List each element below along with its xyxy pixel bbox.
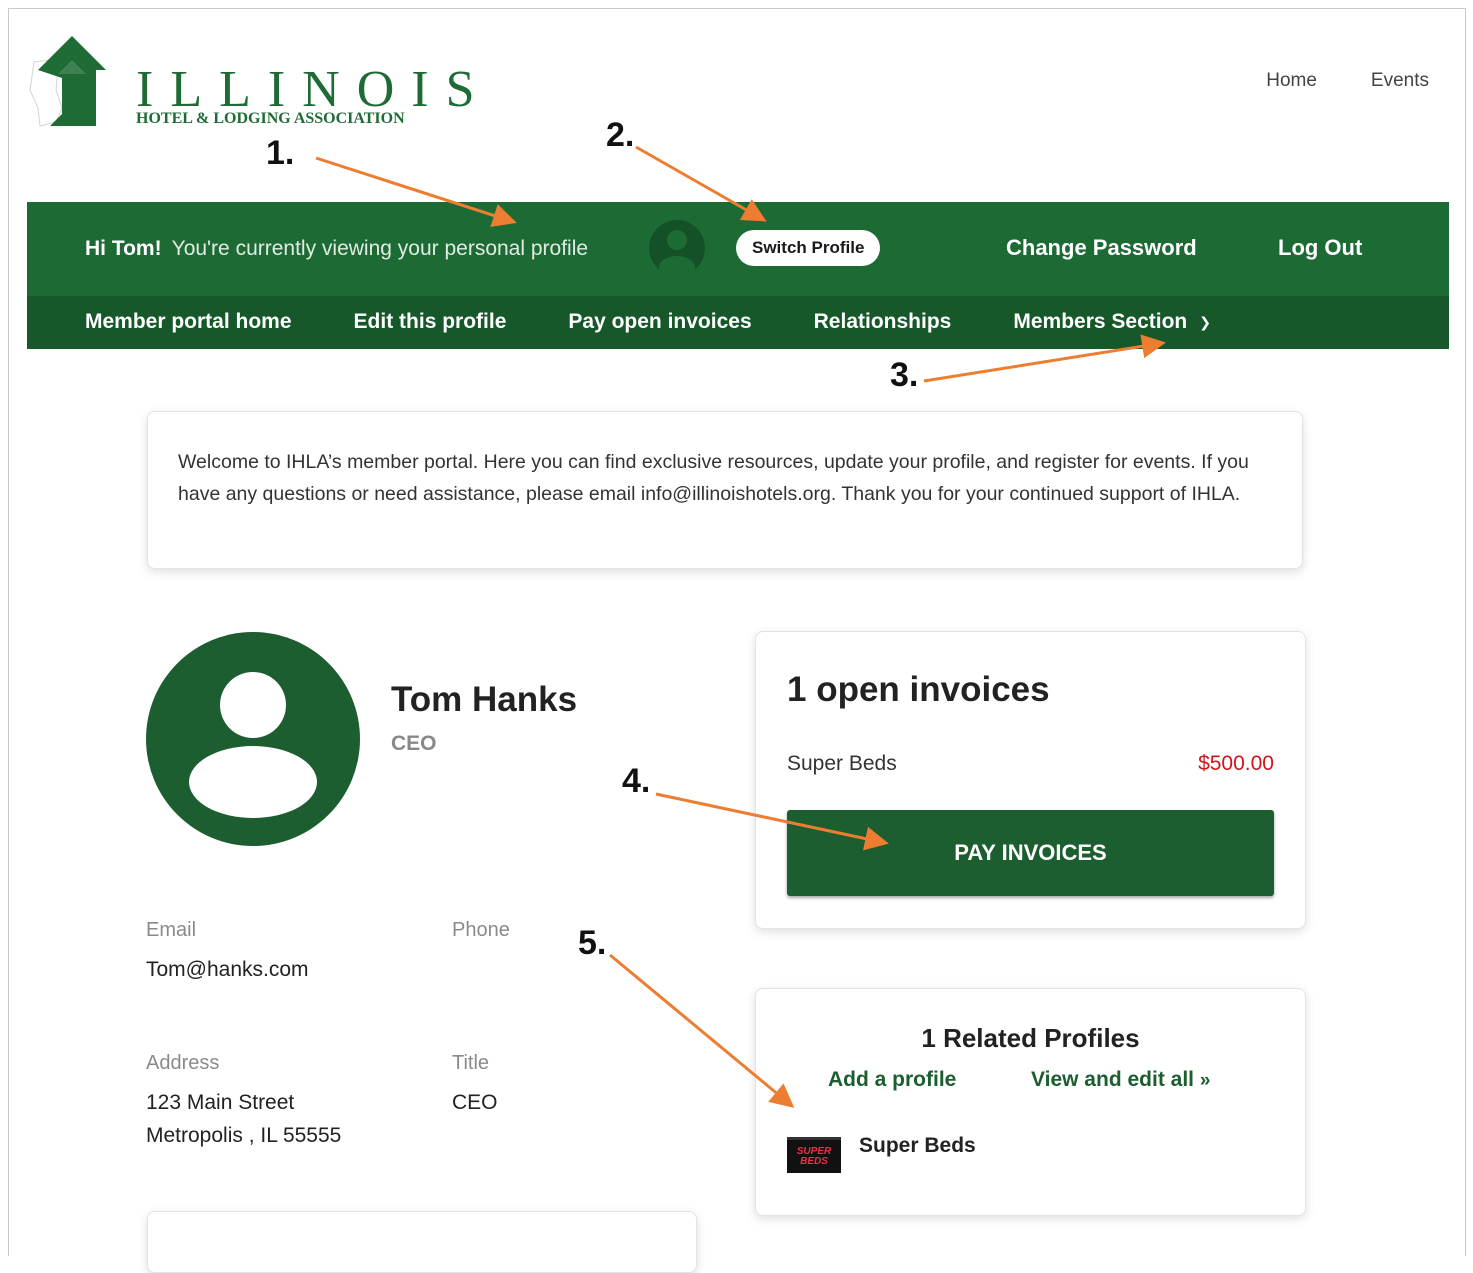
switch-profile-button[interactable]: Switch Profile <box>736 230 881 266</box>
change-password-link[interactable]: Change Password <box>1006 235 1197 261</box>
super-beds-logo-text: SUPER BEDS <box>796 1145 832 1167</box>
nav-pay-open-invoices[interactable]: Pay open invoices <box>568 310 751 334</box>
ihla-logo[interactable]: ILLINOIS HOTEL & LODGING ASSOCIATION <box>28 30 475 130</box>
double-chevron-right-icon: » <box>1199 1070 1211 1091</box>
annotation-3: 3. <box>890 356 919 394</box>
welcome-text: Welcome to IHLA’s member portal. Here yo… <box>178 451 1249 505</box>
annotation-4: 4. <box>622 762 651 800</box>
title-label: Title <box>452 1052 490 1074</box>
annotation-5: 5. <box>578 924 607 962</box>
illinois-state-icon <box>29 36 106 127</box>
open-invoices-heading: 1 open invoices <box>787 670 1050 709</box>
logo-subtitle: HOTEL & LODGING ASSOCIATION <box>136 110 405 127</box>
profile-avatar-icon <box>146 632 360 846</box>
nav-members-section[interactable]: Members Section ❯ <box>1013 310 1211 334</box>
profile-bar: Hi Tom! You're currently viewing your per… <box>27 202 1449 296</box>
title-value: CEO <box>452 1091 498 1114</box>
pay-invoices-button[interactable]: PAY INVOICES <box>787 810 1274 896</box>
nav-edit-profile[interactable]: Edit this profile <box>354 310 507 334</box>
nav-events-link[interactable]: Events <box>1371 70 1429 92</box>
add-profile-link[interactable]: Add a profile <box>828 1068 956 1092</box>
phone-label: Phone <box>452 919 510 941</box>
greeting-text: Hi Tom! You're currently viewing your per… <box>85 237 588 261</box>
chevron-down-icon: ❯ <box>1199 313 1211 330</box>
view-edit-all-link[interactable]: View and edit all » <box>1031 1068 1210 1092</box>
log-out-link[interactable]: Log Out <box>1278 235 1362 261</box>
logo-wordmark: ILLINOIS <box>136 61 492 118</box>
welcome-card: Welcome to IHLA’s member portal. Here yo… <box>147 411 1303 569</box>
greeting-name: Hi Tom! <box>85 237 162 260</box>
annotation-1: 1. <box>266 134 295 172</box>
top-nav: Home Events <box>1266 70 1429 92</box>
open-invoices-card: 1 open invoices Super Beds $500.00 PAY I… <box>755 631 1306 929</box>
nav-member-portal-home[interactable]: Member portal home <box>85 310 292 334</box>
profile-name: Tom Hanks <box>391 680 578 719</box>
email-label: Email <box>146 919 197 941</box>
nav-home-link[interactable]: Home <box>1266 70 1317 92</box>
related-profile-name[interactable]: Super Beds <box>859 1134 976 1158</box>
nav-relationships[interactable]: Relationships <box>814 310 952 334</box>
members-section-label: Members Section <box>1013 310 1188 333</box>
super-beds-logo[interactable]: SUPER BEDS <box>787 1137 841 1173</box>
address-line-1: 123 Main Street <box>146 1091 295 1114</box>
user-avatar-icon <box>649 220 705 276</box>
related-profiles-heading: 1 Related Profiles <box>921 1023 1140 1053</box>
invoice-item-name: Super Beds <box>787 752 897 775</box>
invoice-item-amount: $500.00 <box>1198 752 1274 775</box>
profile-view-message: You're currently viewing your personal p… <box>171 237 589 260</box>
bottom-card <box>147 1211 697 1273</box>
email-value: Tom@hanks.com <box>146 958 309 981</box>
profile-title: CEO <box>391 732 437 755</box>
address-label: Address <box>146 1052 220 1074</box>
address-line-2: Metropolis , IL 55555 <box>146 1124 342 1147</box>
portal-nav-bar: Member portal home Edit this profile Pay… <box>27 296 1449 349</box>
related-profiles-card: 1 Related Profiles Add a profile View an… <box>755 988 1306 1216</box>
annotation-2: 2. <box>606 116 635 154</box>
view-edit-all-label: View and edit all <box>1031 1068 1194 1091</box>
